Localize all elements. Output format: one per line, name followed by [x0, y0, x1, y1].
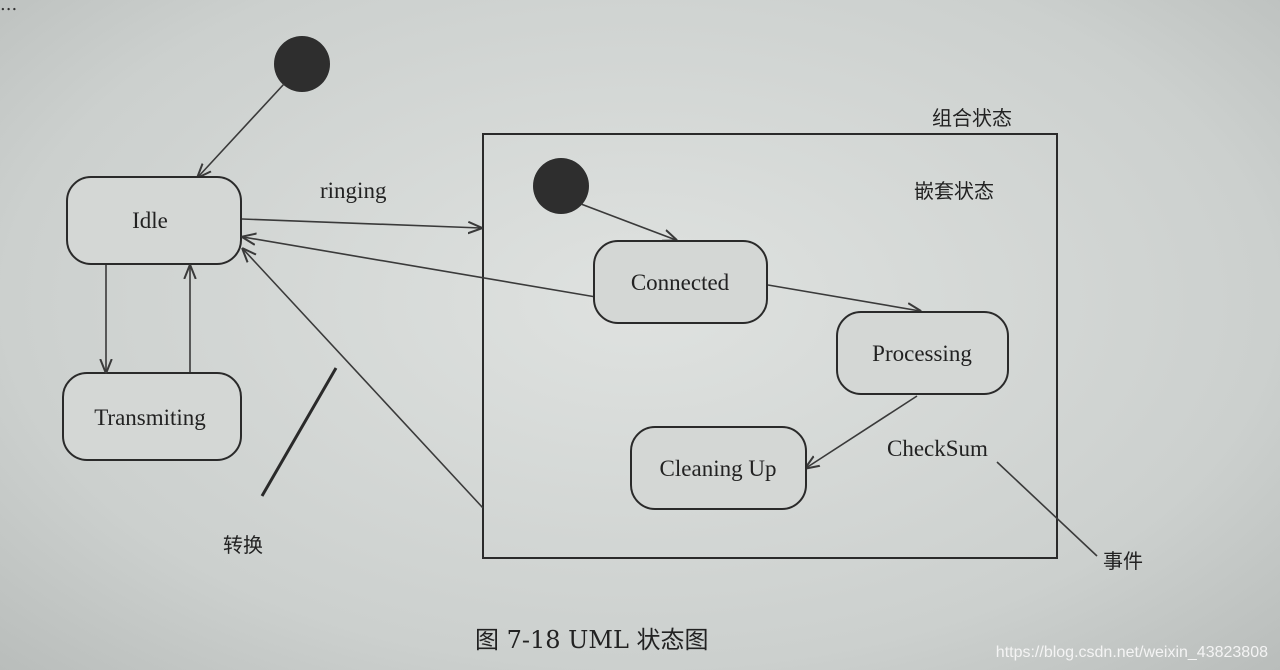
ringing-transition	[241, 218, 481, 228]
event-pointer-line	[996, 461, 1098, 557]
figure-caption: 图 7-18 UML 状态图	[475, 626, 709, 654]
state-transmiting-label: Transmiting	[94, 405, 206, 430]
connected-to-processing-transition	[767, 284, 920, 311]
initial-to-idle-transition	[198, 83, 285, 177]
state-processing: Processing	[836, 311, 1009, 395]
state-idle-label: Idle	[132, 208, 168, 233]
composite-state-annotation: 组合状态	[932, 106, 1012, 130]
state-cleaning-up: Cleaning Up	[630, 426, 807, 510]
page-background: ... Idle Transmiting ringing Connected P…	[0, 0, 1280, 670]
initial-state-node	[274, 36, 330, 92]
state-idle: Idle	[66, 176, 242, 265]
state-connected: Connected	[593, 240, 768, 324]
watermark-url: https://blog.csdn.net/weixin_43823808	[995, 644, 1268, 661]
nested-initial-state-node	[533, 158, 589, 214]
state-processing-label: Processing	[872, 341, 972, 366]
event-annotation: 事件	[1103, 549, 1143, 573]
connected-to-idle-transition	[243, 237, 597, 298]
checksum-label: CheckSum	[887, 436, 988, 461]
transition-annotation: 转换	[223, 533, 263, 557]
state-connected-label: Connected	[631, 270, 730, 295]
ringing-label: ringing	[320, 178, 387, 203]
state-cleaning-up-label: Cleaning Up	[660, 456, 777, 481]
nested-state-annotation: 嵌套状态	[914, 179, 994, 203]
nested-initial-to-connected-transition	[580, 203, 676, 240]
state-transmiting: Transmiting	[62, 372, 242, 461]
state-diagram: Idle Transmiting ringing Connected Proce…	[62, 36, 1143, 654]
transition-pointer-line	[260, 367, 338, 497]
